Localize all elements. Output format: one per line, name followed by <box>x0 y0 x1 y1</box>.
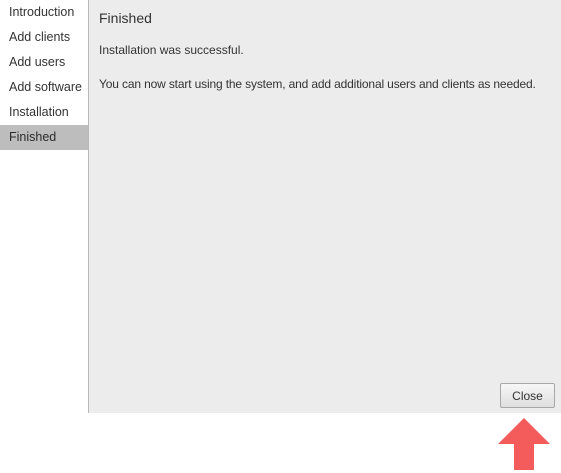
page-title: Finished <box>99 10 152 26</box>
sidebar-item-installation[interactable]: Installation <box>0 100 88 125</box>
sidebar-item-add-software[interactable]: Add software <box>0 75 88 100</box>
up-arrow-shape <box>498 418 550 470</box>
sidebar-item-finished[interactable]: Finished <box>0 125 88 150</box>
close-button[interactable]: Close <box>500 383 555 408</box>
next-steps-message: You can now start using the system, and … <box>99 77 536 91</box>
sidebar: Introduction Add clients Add users Add s… <box>0 0 89 413</box>
success-message: Installation was successful. <box>99 43 244 57</box>
sidebar-item-introduction[interactable]: Introduction <box>0 0 88 25</box>
sidebar-item-add-clients[interactable]: Add clients <box>0 25 88 50</box>
installer-window: Introduction Add clients Add users Add s… <box>0 0 561 473</box>
up-arrow-icon <box>498 418 550 470</box>
sidebar-item-add-users[interactable]: Add users <box>0 50 88 75</box>
main-panel: Finished Installation was successful. Yo… <box>89 0 561 413</box>
